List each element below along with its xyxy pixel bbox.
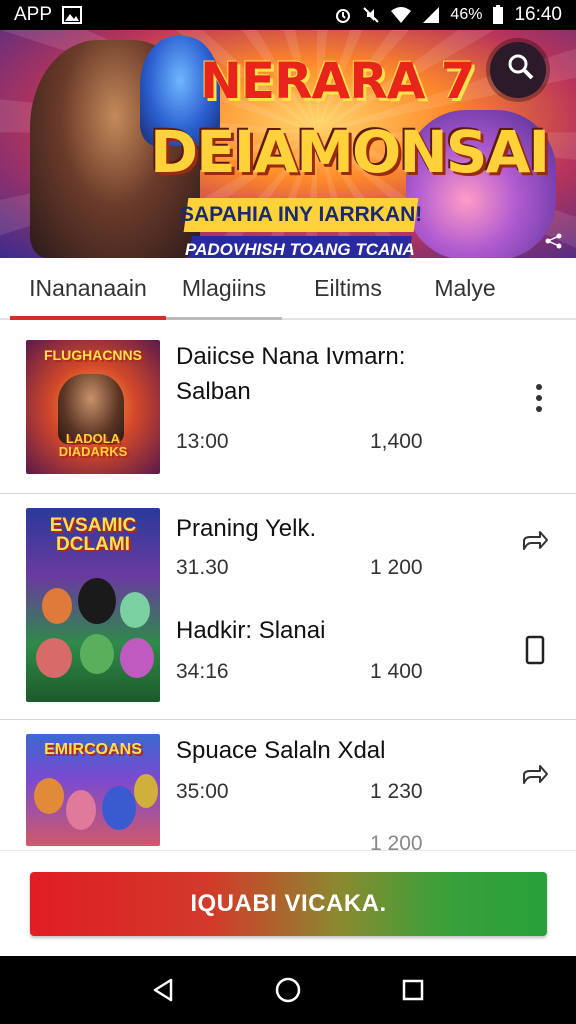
banner-title-line1: NERARA 7 <box>200 52 476 110</box>
thumbnail-character <box>34 778 64 814</box>
thumbnail-title: FLUGHACNNS <box>44 347 142 363</box>
list-item-views-secondary: 1 400 <box>370 660 423 683</box>
list-item-views: 1 200 <box>370 556 423 579</box>
list-item-duration: 13:00 <box>176 430 229 453</box>
list-item-title: Praning Yelk. <box>176 515 317 542</box>
thumbnail-character <box>102 786 136 830</box>
image-icon <box>62 6 83 24</box>
banner-subtitle-ribbon: SAPAHIA INY IARRKAN! <box>180 198 422 232</box>
mute-icon <box>362 6 380 24</box>
system-nav-bar <box>0 956 576 1024</box>
list-item-thumbnail: EMIRCOANS <box>26 734 160 846</box>
list-item-duration: 31.30 <box>176 556 229 579</box>
tab-mlagiins[interactable]: Mlagiins <box>166 258 282 320</box>
thumbnail-title: EVSAMIC DCLAMI <box>49 515 137 555</box>
alarm-icon <box>334 6 352 24</box>
list-item[interactable]: FLUGHACNNS LADOLA DIADARKS Daiicse Nana … <box>0 322 576 494</box>
list-item-thumbnail: FLUGHACNNS LADOLA DIADARKS <box>26 340 160 474</box>
content-list: FLUGHACNNS LADOLA DIADARKS Daiicse Nana … <box>0 322 576 850</box>
banner-title-line2: DEIAMONSAI <box>150 118 550 186</box>
phone-icon[interactable] <box>513 628 557 672</box>
tab-label: INananaain <box>29 274 147 301</box>
list-item-duration-secondary: 34:16 <box>176 660 229 683</box>
thumbnail-character <box>120 592 150 628</box>
bottom-action-bar: IQUABI VICAKA. <box>0 850 576 956</box>
list-item[interactable]: EMIRCOANS Spuace Salaln Xdal 35:00 1 230… <box>0 720 576 850</box>
list-item[interactable]: EVSAMIC DCLAMI Praning Yelk. 31.30 1 200… <box>0 494 576 720</box>
signal-icon <box>422 6 440 24</box>
tab-malye[interactable]: Malye <box>410 258 520 318</box>
list-item-views-peek: 1 200 <box>370 832 423 850</box>
list-item-title: Daiicse Nana Ivmarn: Salban <box>176 343 406 405</box>
tab-label: Eiltims <box>314 274 382 301</box>
thumbnail-character <box>134 774 158 808</box>
tab-underline <box>166 317 282 320</box>
tab-inananaain[interactable]: INananaain <box>10 258 166 320</box>
thumbnail-character <box>36 638 72 678</box>
status-right: 46% 16:40 <box>334 4 562 26</box>
thumbnail-character <box>78 578 116 624</box>
status-left: APP <box>14 4 83 26</box>
back-icon[interactable] <box>138 965 188 1015</box>
thumbnail-character <box>80 634 114 674</box>
more-vert-icon[interactable] <box>517 376 561 420</box>
home-icon[interactable] <box>263 965 313 1015</box>
banner-search-button[interactable] <box>496 44 546 94</box>
primary-action-button[interactable]: IQUABI VICAKA. <box>30 872 547 936</box>
list-item-title: Spuace Salaln Xdal <box>176 737 386 764</box>
battery-icon <box>492 5 504 25</box>
share-icon[interactable] <box>544 233 564 252</box>
tab-bar: INananaain Mlagiins Eiltims Malye <box>0 258 576 320</box>
banner-tagline: PADOVHISH TOANG TCANA <box>185 240 415 258</box>
thumbnail-character <box>66 790 96 830</box>
wifi-icon <box>390 6 412 24</box>
search-icon <box>507 53 535 86</box>
tab-label: Mlagiins <box>181 274 267 301</box>
list-item-duration: 35:00 <box>176 780 229 803</box>
list-item-views: 1 230 <box>370 780 423 803</box>
tab-eiltims[interactable]: Eiltims <box>290 258 406 318</box>
list-item-title-secondary: Hadkir: Slanai <box>176 617 326 644</box>
app-label: APP <box>14 4 53 25</box>
battery-percent: 46% <box>450 6 483 23</box>
banner-subtitle: SAPAHIA INY IARRKAN! <box>179 203 423 226</box>
recents-icon[interactable] <box>388 965 438 1015</box>
promo-banner[interactable]: NERARA 7 DEIAMONSAI SAPAHIA INY IARRKAN!… <box>0 30 576 258</box>
share-arrow-icon[interactable] <box>513 518 557 562</box>
thumbnail-character <box>42 588 72 624</box>
banner-tagline-ribbon: PADOVHISH TOANG TCANA <box>185 236 415 258</box>
thumbnail-title: EMIRCOANS <box>44 741 142 758</box>
tab-label: Malye <box>434 274 496 301</box>
list-item-views: 1,400 <box>370 430 423 453</box>
share-arrow-icon[interactable] <box>513 752 557 796</box>
list-item-thumbnail: EVSAMIC DCLAMI <box>26 508 160 702</box>
status-bar: APP 46% 16:40 <box>0 0 576 30</box>
clock: 16:40 <box>514 4 562 25</box>
thumbnail-subtitle: LADOLA DIADARKS <box>58 431 128 459</box>
thumbnail-character <box>120 638 154 678</box>
